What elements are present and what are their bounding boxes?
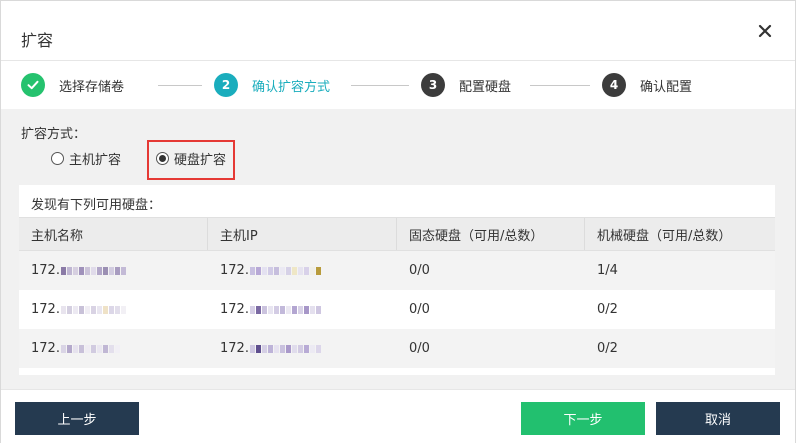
ssd-cell: 0/0 <box>409 341 430 356</box>
step-connector <box>158 85 202 86</box>
cancel-button[interactable]: 取消 <box>656 402 780 435</box>
host-name-cell: 172. <box>19 341 208 356</box>
table-row[interactable]: 172. 172. 0/0 1/4 <box>19 251 775 290</box>
step-number: 4 <box>602 73 626 97</box>
step-connector <box>530 85 590 86</box>
host-ip-cell: 172. <box>208 341 397 356</box>
table-header: 主机名称 主机IP 固态硬盘（可用/总数） 机械硬盘（可用/总数） <box>19 217 775 251</box>
expand-dialog: 扩容 选择存储卷 2 确认扩容方式 3 配置硬盘 4 确认配置 扩容方式： 主机… <box>0 0 796 443</box>
step-label: 确认扩容方式 <box>252 79 331 95</box>
step-number: 2 <box>214 73 238 97</box>
ssd-cell: 0/0 <box>409 302 430 317</box>
step-confirm-config: 4 确认配置 <box>602 73 692 97</box>
column-header: 主机名称 <box>19 218 208 250</box>
highlight-box <box>147 140 235 180</box>
redacted-mask <box>249 305 322 314</box>
redacted-mask <box>60 266 127 275</box>
prev-step-button[interactable]: 上一步 <box>15 402 139 435</box>
hdd-cell: 0/2 <box>597 341 618 356</box>
host-ip-cell: 172. <box>208 302 397 317</box>
step-connector <box>351 85 409 86</box>
content-area: 扩容方式： 主机扩容 硬盘扩容 发现有下列可用硬盘： 主机名称 主机IP 固态硬… <box>1 109 795 389</box>
redacted-mask <box>249 344 322 353</box>
hdd-cell: 1/4 <box>597 263 618 278</box>
table-row[interactable]: 172. 172. 0/0 0/2 <box>19 290 775 329</box>
title-bar: 扩容 <box>1 1 795 61</box>
redacted-mask <box>60 344 121 353</box>
redacted-mask <box>249 266 322 275</box>
ssd-cell: 0/0 <box>409 263 430 278</box>
step-label: 确认配置 <box>640 79 693 95</box>
step-label: 选择存储卷 <box>59 79 125 95</box>
radio-label: 主机扩容 <box>69 153 122 168</box>
redacted-mask <box>60 305 127 314</box>
host-name-cell: 172. <box>19 263 208 278</box>
step-confirm-mode: 2 确认扩容方式 <box>214 73 330 97</box>
disk-table: 主机名称 主机IP 固态硬盘（可用/总数） 机械硬盘（可用/总数） 172. 1… <box>19 217 775 368</box>
step-label: 配置硬盘 <box>459 79 512 95</box>
column-header: 机械硬盘（可用/总数） <box>597 228 732 244</box>
hdd-cell: 0/2 <box>597 302 618 317</box>
radio-button[interactable] <box>51 152 64 165</box>
dialog-title: 扩容 <box>21 31 54 50</box>
column-header: 主机IP <box>208 218 397 250</box>
dialog-footer: 上一步 下一步 取消 <box>1 389 795 443</box>
host-name-cell: 172. <box>19 302 208 317</box>
check-icon <box>21 73 45 97</box>
host-ip-cell: 172. <box>208 263 397 278</box>
radio-host-expand[interactable]: 主机扩容 <box>51 149 121 168</box>
step-configure-disks: 3 配置硬盘 <box>421 73 511 97</box>
step-select-volume: 选择存储卷 <box>21 73 124 97</box>
disk-panel: 发现有下列可用硬盘： 主机名称 主机IP 固态硬盘（可用/总数） 机械硬盘（可用… <box>19 185 775 375</box>
close-icon[interactable] <box>757 23 773 39</box>
table-row[interactable]: 172. 172. 0/0 0/2 <box>19 329 775 368</box>
expand-mode-label: 扩容方式： <box>21 127 87 142</box>
next-step-button[interactable]: 下一步 <box>521 402 645 435</box>
found-disks-text: 发现有下列可用硬盘： <box>31 198 162 213</box>
stepper: 选择存储卷 2 确认扩容方式 3 配置硬盘 4 确认配置 <box>1 61 795 109</box>
column-header: 固态硬盘（可用/总数） <box>397 218 585 250</box>
step-number: 3 <box>421 73 445 97</box>
